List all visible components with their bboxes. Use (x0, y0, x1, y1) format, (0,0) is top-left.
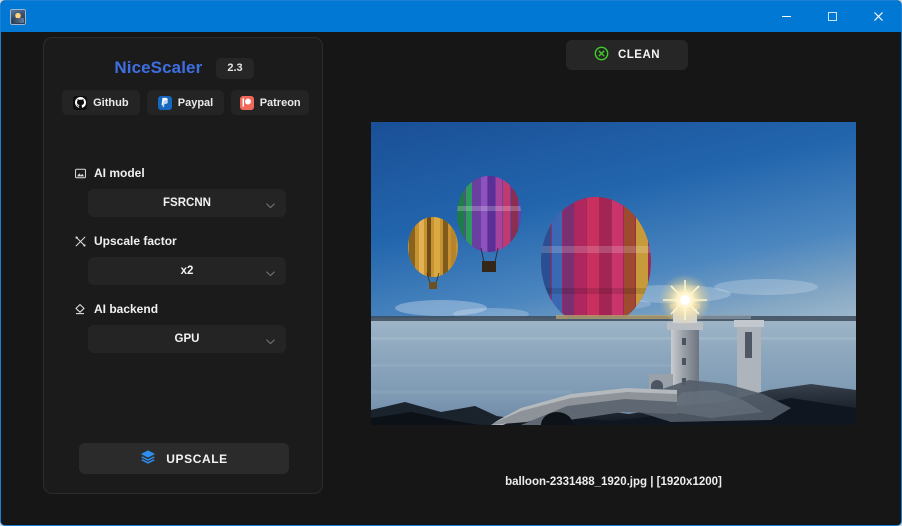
chevron-down-icon (266, 336, 275, 345)
ai-model-value: FSRCNN (163, 197, 211, 209)
app-window: NiceScaler 2.3 Github Paypal Patreon AI … (0, 0, 902, 526)
social-links-row: Github Paypal Patreon (62, 90, 310, 115)
sidebar-panel: NiceScaler 2.3 Github Paypal Patreon AI … (43, 37, 323, 494)
circle-x-icon (594, 46, 609, 64)
ai-backend-label: AI backend (74, 302, 158, 316)
upscale-factor-label-text: Upscale factor (94, 234, 177, 248)
ai-model-label-text: AI model (94, 166, 145, 180)
upscale-factor-value: x2 (180, 265, 194, 277)
app-icon (10, 8, 26, 25)
chevron-down-icon (266, 268, 275, 277)
close-button[interactable] (855, 1, 901, 32)
layers-icon (140, 449, 156, 468)
github-label: Github (93, 96, 129, 109)
app-title: NiceScaler (114, 58, 203, 77)
file-caption: balloon-2331488_1920.jpg | [1920x1200] (505, 476, 722, 488)
chip-icon (74, 303, 86, 315)
ai-model-label: AI model (74, 166, 145, 180)
ai-backend-label-text: AI backend (94, 302, 159, 316)
chevron-down-icon (266, 200, 275, 209)
upscale-button[interactable]: UPSCALE (79, 443, 289, 474)
upscale-factor-select[interactable]: x2 (88, 257, 286, 285)
github-button[interactable]: Github (62, 90, 140, 115)
paypal-button[interactable]: Paypal (146, 90, 225, 115)
resize-icon (74, 235, 86, 247)
paypal-label: Paypal (177, 96, 214, 109)
github-icon (73, 95, 88, 110)
title-bar (1, 1, 901, 32)
version-badge: 2.3 (216, 57, 254, 79)
maximize-button[interactable] (809, 1, 855, 32)
patreon-icon (239, 95, 254, 110)
clean-button-label: CLEAN (617, 49, 661, 61)
ai-backend-value: GPU (174, 333, 200, 345)
ai-model-select[interactable]: FSRCNN (88, 189, 286, 217)
minimize-button[interactable] (763, 1, 809, 32)
image-icon (74, 167, 86, 179)
brand-row: NiceScaler 2.3 (44, 55, 324, 81)
clean-button[interactable]: CLEAN (566, 40, 688, 70)
paypal-icon (157, 95, 172, 110)
patreon-button[interactable]: Patreon (231, 90, 310, 115)
ai-backend-select[interactable]: GPU (88, 325, 286, 353)
upscale-button-label: UPSCALE (166, 451, 228, 466)
patreon-label: Patreon (259, 96, 301, 109)
window-content: NiceScaler 2.3 Github Paypal Patreon AI … (1, 32, 901, 525)
upscale-factor-label: Upscale factor (74, 234, 177, 248)
image-preview[interactable] (371, 122, 856, 425)
